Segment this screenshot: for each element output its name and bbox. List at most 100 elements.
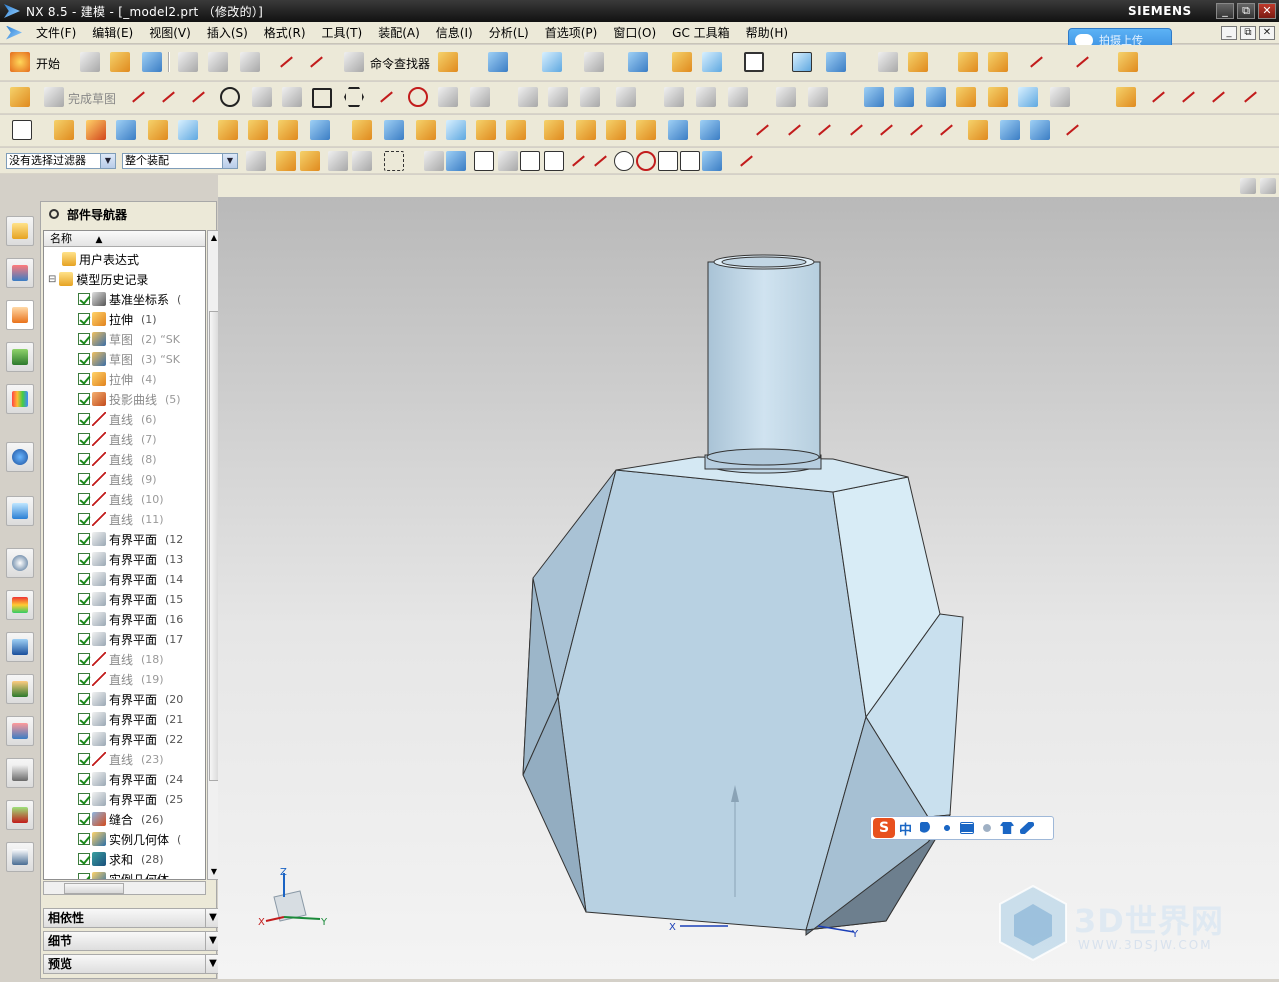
view-triad[interactable]: Z X Y <box>258 867 328 928</box>
edge-blend-icon[interactable] <box>416 120 436 140</box>
finish-sketch-icon[interactable] <box>44 87 64 107</box>
snap-line-icon[interactable] <box>520 151 540 171</box>
ime-toolbar[interactable]: S 中 <box>870 816 1054 840</box>
visibility-checkbox[interactable] <box>78 853 90 865</box>
keyboard-icon[interactable] <box>960 822 975 834</box>
process-studio-tab[interactable] <box>6 632 34 662</box>
visibility-checkbox[interactable] <box>78 693 90 705</box>
mdi-minimize-button[interactable]: _ <box>1221 26 1237 40</box>
visibility-checkbox[interactable] <box>78 313 90 325</box>
tree-item[interactable]: 基准坐标系 ( <box>44 289 205 309</box>
collapse-icon[interactable]: ⊟ <box>48 274 56 285</box>
column-header-name[interactable]: 名称 ▲ <box>44 231 205 247</box>
slot-icon[interactable] <box>278 120 298 140</box>
feature-tree[interactable]: 名称 ▲ 用户表达式 ⊟ 模型历史记录 基准坐标系 (拉伸 (1) 草图 (2) “SK 草图 (… <box>43 230 206 880</box>
tree-item[interactable]: 直线 (9) <box>44 469 205 489</box>
visibility-checkbox[interactable] <box>78 473 90 485</box>
quick-trim-icon[interactable] <box>518 87 538 107</box>
viewport-maximize-icon[interactable] <box>1260 178 1276 194</box>
visibility-checkbox[interactable] <box>78 373 90 385</box>
menu-edit[interactable]: 编辑(E) <box>84 24 141 41</box>
visibility-checkbox[interactable] <box>78 673 90 685</box>
tree-item[interactable]: 直线 (7) <box>44 429 205 449</box>
tree-item[interactable]: 有界平面 (15 <box>44 589 205 609</box>
mdi-close-button[interactable]: ✕ <box>1259 26 1275 40</box>
tree-item[interactable]: 草图 (2) “SK <box>44 329 205 349</box>
swept-icon[interactable] <box>926 87 946 107</box>
app-menu-icon[interactable] <box>6 25 22 40</box>
tree-item[interactable]: 有界平面 (13 <box>44 549 205 569</box>
save-icon[interactable] <box>142 52 162 72</box>
offset-curve-icon[interactable] <box>470 87 490 107</box>
open-folder-icon[interactable] <box>110 52 130 72</box>
visibility-checkbox[interactable] <box>78 433 90 445</box>
sogou-logo[interactable]: S <box>873 818 895 838</box>
layer-icon[interactable] <box>672 52 692 72</box>
surface-through-curves-icon[interactable] <box>864 87 884 107</box>
offset-surface-icon[interactable] <box>1018 87 1038 107</box>
tree-item[interactable]: 拉伸 (4) <box>44 369 205 389</box>
binoculars-icon[interactable] <box>344 52 364 72</box>
tree-item[interactable]: 拉伸 (1) <box>44 309 205 329</box>
visibility-checkbox[interactable] <box>78 793 90 805</box>
details-panel[interactable]: 细节 ▼ <box>43 931 221 951</box>
undo-icon[interactable] <box>276 52 296 72</box>
select-all-icon[interactable] <box>424 151 444 171</box>
tree-item[interactable]: 直线 (10) <box>44 489 205 509</box>
part-navigator-tab[interactable] <box>6 300 34 330</box>
visibility-checkbox[interactable] <box>78 733 90 745</box>
bridge-surface-icon[interactable] <box>956 87 976 107</box>
visibility-checkbox[interactable] <box>78 633 90 645</box>
curvature-icon[interactable] <box>1178 87 1198 107</box>
roles-tab[interactable] <box>6 674 34 704</box>
visibility-checkbox[interactable] <box>78 653 90 665</box>
tree-item[interactable]: 有界平面 (12 <box>44 529 205 549</box>
grid-icon[interactable] <box>1072 52 1092 72</box>
visibility-checkbox[interactable] <box>78 773 90 785</box>
dependencies-panel[interactable]: 相依性 ▼ <box>43 908 221 928</box>
extract-curve-icon[interactable] <box>1062 120 1082 140</box>
snap-on-surface-icon[interactable] <box>702 151 722 171</box>
type-filter-select[interactable]: 没有选择过滤器 ▼ <box>6 153 116 169</box>
menu-view[interactable]: 视图(V) <box>141 24 199 41</box>
select-solid-icon[interactable] <box>446 151 466 171</box>
hide-icon[interactable] <box>908 52 928 72</box>
new-sketch-icon[interactable] <box>12 120 32 140</box>
visibility-checkbox[interactable] <box>78 493 90 505</box>
ime-mode-toggle[interactable]: 中 <box>899 819 912 838</box>
circle-icon[interactable] <box>220 87 240 107</box>
studio-spline-icon[interactable] <box>376 87 396 107</box>
select-body-icon[interactable] <box>300 151 320 171</box>
snap-intersection-icon[interactable] <box>590 151 610 171</box>
sew-icon[interactable] <box>606 120 626 140</box>
snap-midpoint-icon[interactable] <box>544 151 564 171</box>
text-curve-icon[interactable] <box>876 120 896 140</box>
tree-item[interactable]: 有界平面 (20 <box>44 689 205 709</box>
wrench-icon[interactable] <box>1020 822 1035 834</box>
menu-info[interactable]: 信息(I) <box>428 24 481 41</box>
copy-icon[interactable] <box>208 52 228 72</box>
snap-on-curve-icon[interactable] <box>680 151 700 171</box>
menu-tools[interactable]: 工具(T) <box>314 24 371 41</box>
convert-reference-icon[interactable] <box>808 87 828 107</box>
moon-icon[interactable] <box>920 822 935 834</box>
menu-assembly[interactable]: 装配(A) <box>370 24 428 41</box>
visibility-checkbox[interactable] <box>78 333 90 345</box>
tree-item[interactable]: 有界平面 (22 <box>44 729 205 749</box>
visibility-checkbox[interactable] <box>78 753 90 765</box>
visibility-checkbox[interactable] <box>78 533 90 545</box>
menu-format[interactable]: 格式(R) <box>256 24 314 41</box>
orient-view-icon[interactable] <box>628 52 648 72</box>
background-icon[interactable] <box>744 52 764 72</box>
tree-item[interactable]: 有界平面 (17 <box>44 629 205 649</box>
visibility-checkbox[interactable] <box>78 833 90 845</box>
visibility-checkbox[interactable] <box>78 513 90 525</box>
touch-mode-icon[interactable] <box>438 52 458 72</box>
select-edge-icon[interactable] <box>352 151 372 171</box>
visibility-checkbox[interactable] <box>78 553 90 565</box>
select-face-icon[interactable] <box>328 151 348 171</box>
tree-item[interactable]: 有界平面 (25 <box>44 789 205 809</box>
tree-item[interactable]: 实例几何体 <box>44 869 205 879</box>
finish-sketch-button[interactable]: 完成草图 <box>68 90 116 107</box>
preview-panel[interactable]: 预览 ▼ <box>43 954 221 974</box>
